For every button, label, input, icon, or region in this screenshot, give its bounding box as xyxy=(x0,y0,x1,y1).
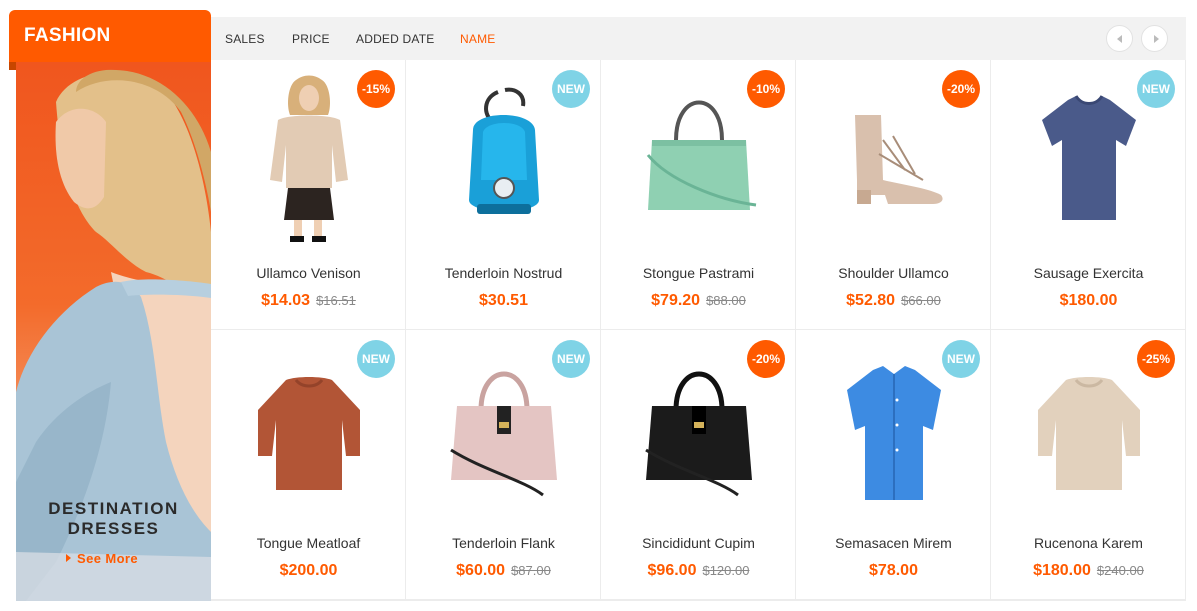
category-banner[interactable]: DESTINATION DRESSES See More xyxy=(16,62,211,601)
old-price: $88.00 xyxy=(706,293,746,308)
see-more-label: See More xyxy=(77,551,139,566)
rust-sweater-image[interactable] xyxy=(248,340,369,515)
product-price: $60.00 $87.00 xyxy=(406,562,601,580)
blue-shirt-image[interactable] xyxy=(833,340,954,515)
product-price: $14.03 $16.51 xyxy=(211,292,406,310)
current-price: $180.00 xyxy=(1059,292,1118,309)
category-panel: FASHION DESTINATION DRESSES See More xyxy=(9,10,211,601)
product-price: $180.00 $240.00 xyxy=(991,562,1186,580)
sort-tab-price[interactable]: PRICE xyxy=(292,32,330,46)
product-name[interactable]: Ullamco Venison xyxy=(211,265,406,281)
old-price: $16.51 xyxy=(316,293,356,308)
product-card[interactable]: -15% Ullamco Venison $14.03 $16.51 xyxy=(211,60,406,330)
product-price: $78.00 xyxy=(796,562,991,580)
product-name[interactable]: Sincididunt Cupim xyxy=(601,535,796,551)
sort-tab-added-date[interactable]: ADDED DATE xyxy=(356,32,434,46)
black-handbag-image[interactable] xyxy=(638,340,759,515)
chevron-left-icon xyxy=(1117,35,1122,43)
old-price: $87.00 xyxy=(511,563,551,578)
sort-tabs-bar: SALES PRICE ADDED DATE NAME xyxy=(211,17,1186,60)
chevron-right-icon xyxy=(1154,35,1159,43)
previous-page-button[interactable] xyxy=(1106,25,1133,52)
product-name[interactable]: Tenderloin Flank xyxy=(406,535,601,551)
product-card[interactable]: NEW Tenderloin Nostrud $30.51 xyxy=(406,60,601,330)
product-card[interactable]: -20% Shoulder Ullamco $52.80 $66.00 xyxy=(796,60,991,330)
product-name[interactable]: Shoulder Ullamco xyxy=(796,265,991,281)
caret-right-icon xyxy=(66,554,71,562)
product-name[interactable]: Rucenona Karem xyxy=(991,535,1186,551)
product-name[interactable]: Semasacen Mirem xyxy=(796,535,991,551)
discount-badge: -25% xyxy=(1137,340,1175,378)
product-price: $200.00 xyxy=(211,562,406,580)
product-name[interactable]: Tongue Meatloaf xyxy=(211,535,406,551)
discount-badge: -10% xyxy=(747,70,785,108)
product-card[interactable]: -20% Sincididunt Cupim $96.00 $120.00 xyxy=(601,330,796,600)
banner-line1: DESTINATION xyxy=(48,499,179,518)
current-price: $52.80 xyxy=(846,292,896,309)
sort-tab-name[interactable]: NAME xyxy=(460,32,495,46)
product-price: $52.80 $66.00 xyxy=(796,292,991,310)
product-card[interactable]: NEW Sausage Exercita $180.00 xyxy=(991,60,1186,330)
banner-line2: DRESSES xyxy=(67,519,160,538)
product-tab-module: FASHION DESTINATION DRESSES See More SAL… xyxy=(0,0,1197,611)
new-badge: NEW xyxy=(357,340,395,378)
sort-tab-sales[interactable]: SALES xyxy=(225,32,265,46)
product-name[interactable]: Tenderloin Nostrud xyxy=(406,265,601,281)
vacuum-cleaner-image[interactable] xyxy=(443,70,564,245)
product-name[interactable]: Stongue Pastrami xyxy=(601,265,796,281)
current-price: $79.20 xyxy=(651,292,701,309)
current-price: $60.00 xyxy=(456,562,506,579)
next-page-button[interactable] xyxy=(1141,25,1168,52)
current-price: $96.00 xyxy=(647,562,697,579)
banner-heading: DESTINATION DRESSES xyxy=(16,499,211,539)
new-badge: NEW xyxy=(942,340,980,378)
current-price: $14.03 xyxy=(261,292,311,309)
product-price: $30.51 xyxy=(406,292,601,310)
old-price: $240.00 xyxy=(1096,563,1144,578)
product-price: $96.00 $120.00 xyxy=(601,562,796,580)
pink-handbag-image[interactable] xyxy=(443,340,564,515)
cardigan-skirt-outfit-image[interactable] xyxy=(248,70,369,245)
current-price: $78.00 xyxy=(869,562,918,579)
product-card[interactable]: -10% Stongue Pastrami $79.20 $88.00 xyxy=(601,60,796,330)
new-badge: NEW xyxy=(552,70,590,108)
new-badge: NEW xyxy=(552,340,590,378)
old-price: $66.00 xyxy=(901,293,941,308)
product-card[interactable]: NEW Tongue Meatloaf $200.00 xyxy=(211,330,406,600)
product-grid: -15% Ullamco Venison $14.03 $16.51 NEW Te… xyxy=(211,60,1186,601)
product-card[interactable]: -25% Rucenona Karem $180.00 $240.00 xyxy=(991,330,1186,600)
product-card[interactable]: NEW Semasacen Mirem $78.00 xyxy=(796,330,991,600)
new-badge: NEW xyxy=(1137,70,1175,108)
navy-tshirt-image[interactable] xyxy=(1028,70,1149,245)
product-name[interactable]: Sausage Exercita xyxy=(991,265,1186,281)
current-price: $200.00 xyxy=(279,562,338,579)
discount-badge: -20% xyxy=(942,70,980,108)
green-handbag-image[interactable] xyxy=(638,70,759,245)
old-price: $120.00 xyxy=(702,563,750,578)
discount-badge: -20% xyxy=(747,340,785,378)
discount-badge: -15% xyxy=(357,70,395,108)
current-price: $180.00 xyxy=(1033,562,1091,579)
product-price: $180.00 xyxy=(991,292,1186,310)
current-price: $30.51 xyxy=(479,292,528,309)
category-title[interactable]: FASHION xyxy=(9,10,211,70)
product-card[interactable]: NEW Tenderloin Flank $60.00 $87.00 xyxy=(406,330,601,600)
see-more-link[interactable]: See More xyxy=(66,551,138,566)
product-price: $79.20 $88.00 xyxy=(601,292,796,310)
beige-sweater-image[interactable] xyxy=(1028,340,1149,515)
lace-up-heel-shoe-image[interactable] xyxy=(833,70,954,245)
